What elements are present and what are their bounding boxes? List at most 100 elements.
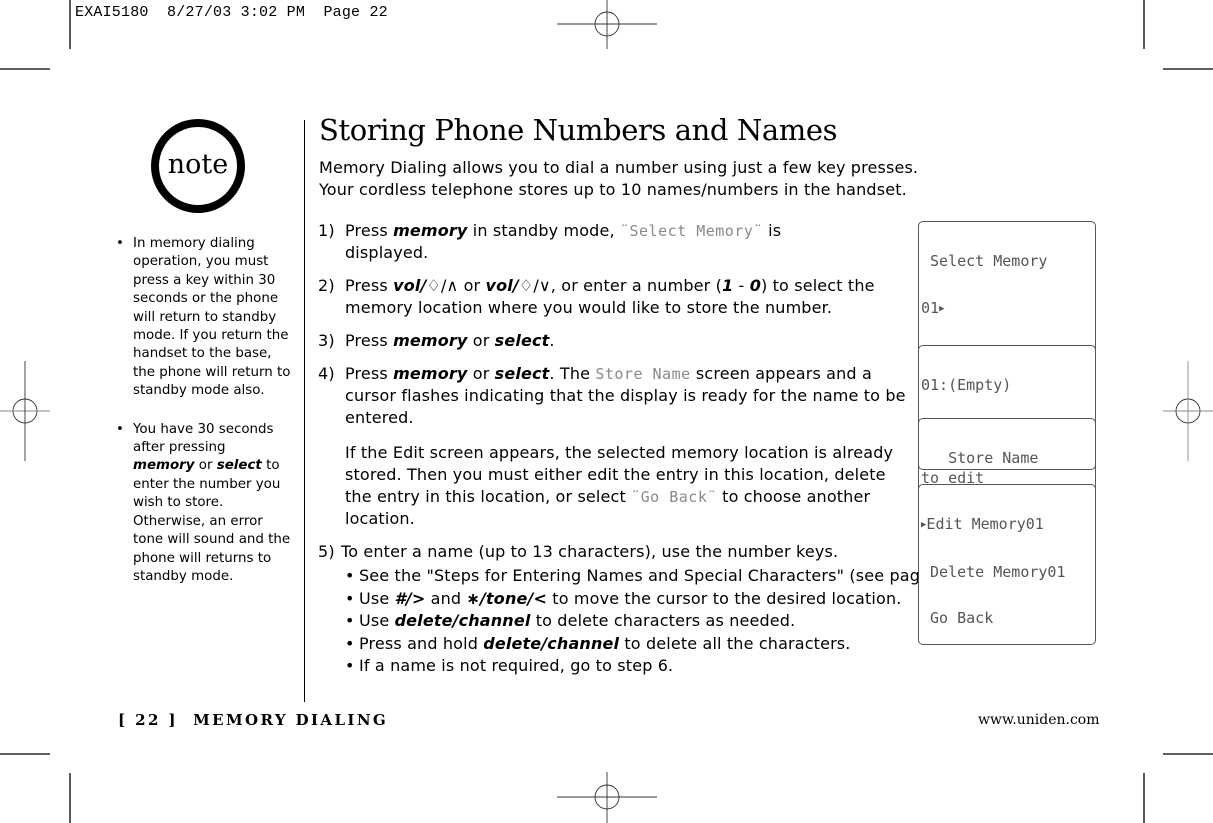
lcd-line: Select Memory: [921, 252, 1048, 270]
bullet-text: Use: [359, 588, 395, 608]
bullet: •: [345, 656, 355, 675]
step-text: To enter a name (up to 13 characters), u…: [341, 542, 839, 561]
side-note-text: or: [194, 458, 217, 474]
step-5: 5) To enter a name (up to 13 characters)…: [318, 541, 967, 678]
bullet-text: to move the cursor to the desired locati…: [547, 588, 902, 608]
key-select: select: [494, 364, 550, 383]
step-text: in standby mode,: [467, 221, 620, 240]
lcd-line: Store Name: [921, 449, 1039, 467]
step-text: .: [549, 331, 555, 350]
footer-website-link[interactable]: www.uniden.com: [978, 712, 1100, 728]
registration-mark-bottom: [557, 772, 657, 823]
lcd-text-select-memory: ¨Select Memory¨: [619, 222, 763, 240]
intro-line: Your cordless telephone stores up to 10 …: [319, 180, 907, 199]
step-text: Press: [345, 331, 394, 350]
registration-mark-left: [0, 361, 50, 461]
footer-section-label: [ 22 ] MEMORY DIALING: [118, 711, 389, 729]
list-item: • See the "Steps for Entering Names and S…: [345, 565, 967, 588]
list-item: • Press and hold delete/channel to delete…: [345, 633, 908, 656]
list-item: • Use #/> and ∗/tone/< to move the cursor…: [345, 588, 908, 611]
bullet-text: See the "Steps for Entering Names and Sp…: [359, 566, 968, 585]
key-memory: memory: [133, 458, 195, 474]
ringer-down-icon: ♢/∨: [518, 276, 551, 295]
step-number: 2): [318, 276, 335, 295]
step-number: 5): [318, 542, 335, 561]
cursor-arrow-icon: ▶: [939, 303, 945, 314]
key-delete-channel: delete/channel: [483, 633, 620, 653]
bullet-text: Press and hold: [359, 633, 484, 653]
lcd-line-text: Edit Memory01: [926, 515, 1044, 533]
ringer-up-icon: ♢/∧: [426, 276, 459, 295]
list-item: • Use delete/channel to delete characters…: [345, 610, 908, 633]
registration-mark-top: [557, 0, 657, 49]
lcd-text-store-name: Store Name: [595, 365, 691, 383]
step-text: Press: [345, 221, 394, 240]
side-note: • You have 30 seconds after pressing mem…: [116, 421, 291, 587]
step-text: , or enter a number (: [550, 276, 722, 295]
step-number: 4): [318, 364, 335, 383]
column-divider: [304, 120, 305, 702]
bullet: •: [116, 421, 124, 437]
intro-paragraph: Memory Dialing allows you to dial a numb…: [319, 157, 918, 201]
intro-line: Memory Dialing allows you to dial a numb…: [319, 158, 919, 177]
bullet-text: Use: [359, 611, 395, 630]
lcd-line: Go Back: [921, 609, 994, 627]
steps-list: 1) Press memory in standby mode, ¨Select…: [318, 220, 967, 689]
right-arrow-icon: >: [411, 588, 426, 608]
lcd-line-text: 01: [921, 298, 940, 317]
key-select: select: [216, 458, 262, 474]
bullet: •: [345, 566, 355, 585]
step-text: . The: [549, 364, 596, 383]
registration-mark-right: [1163, 361, 1213, 461]
side-note-text: You have 30 seconds after pressing: [133, 421, 274, 456]
bullet-text: If a name is not required, go to step 6.: [359, 656, 674, 675]
bullet-text: and: [425, 588, 467, 608]
step-text: or: [467, 331, 495, 350]
key-select: select: [494, 331, 550, 350]
star-icon: ∗: [466, 588, 481, 608]
key-memory: memory: [393, 331, 468, 350]
step-2: 2) Press vol/♢/∧ or vol/♢/∨, or enter a …: [318, 275, 908, 319]
step-3: 3) Press memory or select.: [318, 330, 908, 352]
lcd-line: 01:(Empty): [921, 376, 1012, 394]
key-pound: #/: [394, 588, 412, 608]
step-text: or: [458, 276, 486, 295]
key-memory: memory: [393, 364, 468, 383]
sidebar-notes: • In memory dialing operation, you must …: [116, 235, 291, 606]
step-4: 4) Press memory or select. The Store Nam…: [318, 363, 908, 530]
step-text: Press: [345, 364, 394, 383]
note-badge-label: note: [167, 148, 229, 180]
bullet: •: [345, 588, 355, 608]
lcd-line: ▶Edit Memory01: [921, 515, 1093, 534]
key-vol: vol/: [485, 276, 519, 295]
side-note-text: to enter the number you wish to store. O…: [133, 458, 291, 584]
key-0: 0: [749, 276, 761, 295]
lcd-text-go-back: ¨Go Back¨: [631, 488, 717, 506]
lcd-screen-edit-menu: ▶Edit Memory01 Delete Memory01 Go Back: [918, 484, 1096, 645]
lcd-screen-store-name: Store Name: [918, 418, 1096, 512]
side-note-text: In memory dialing operation, you must pr…: [133, 236, 291, 399]
note-badge-icon: note: [151, 119, 245, 213]
left-arrow-icon: <: [533, 588, 548, 608]
step-text: -: [733, 276, 750, 295]
step-5-bullets: • See the "Steps for Entering Names and S…: [345, 565, 967, 678]
bullet: •: [345, 633, 355, 653]
step-1: 1) Press memory in standby mode, ¨Select…: [318, 220, 908, 264]
bullet-text: to delete all the characters.: [619, 633, 851, 653]
lcd-line: Delete Memory01: [921, 562, 1066, 581]
key-tone: /tone/: [480, 588, 534, 608]
step-text: or: [467, 364, 495, 383]
lcd-line: 01▶: [921, 298, 1093, 318]
key-memory: memory: [393, 221, 468, 240]
step-number: 1): [318, 221, 335, 240]
key-vol: vol/: [393, 276, 427, 295]
page-title: Storing Phone Numbers and Names: [319, 113, 838, 147]
bullet: •: [116, 236, 124, 251]
key-delete-channel: delete/channel: [394, 611, 531, 630]
key-1: 1: [722, 276, 734, 295]
step-text: Press: [345, 276, 394, 295]
step-number: 3): [318, 331, 335, 350]
list-item: • If a name is not required, go to step 6…: [345, 655, 908, 678]
bullet: •: [345, 611, 355, 630]
side-note: • In memory dialing operation, you must …: [116, 235, 291, 401]
